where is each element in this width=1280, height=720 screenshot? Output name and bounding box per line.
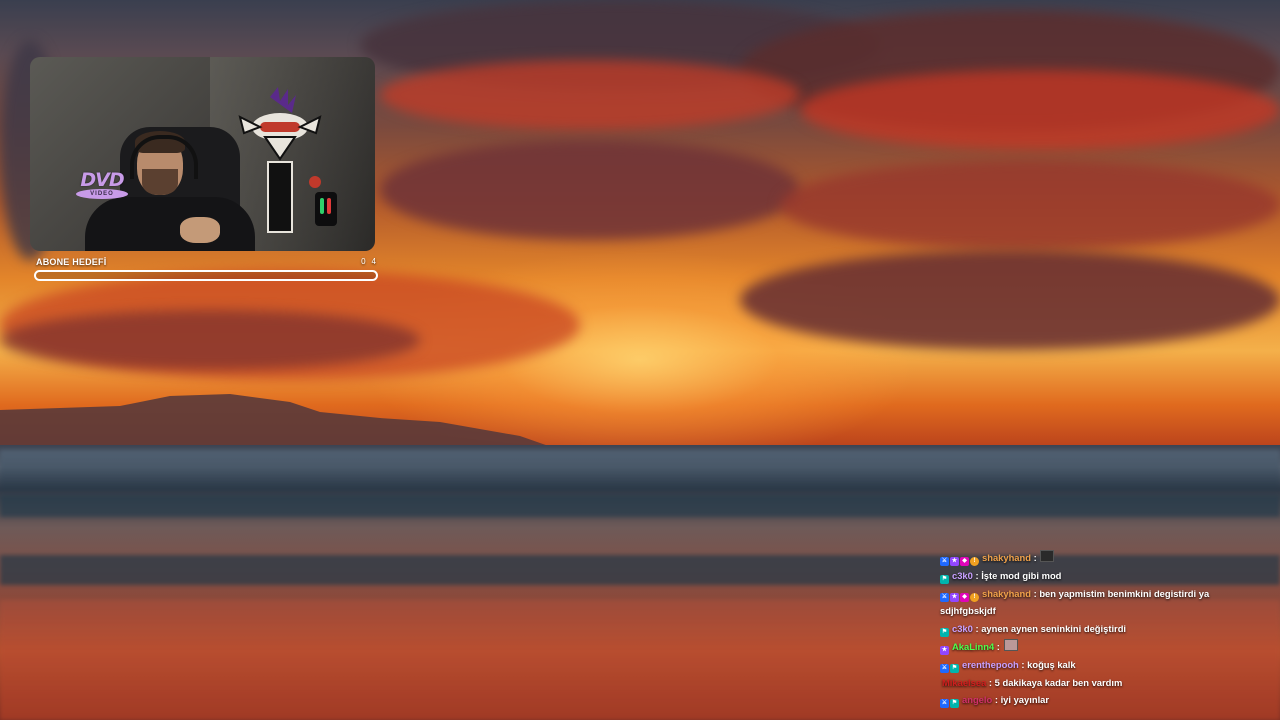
sub-badge-icon: ★ <box>940 645 949 655</box>
sub-badge-icon: ★ <box>950 557 959 566</box>
device-led <box>327 198 331 214</box>
chat-message: ⚔ ⚑ angelo : iyi yayınlar <box>940 691 1240 709</box>
streamer-body <box>85 197 255 251</box>
chat-text: İşte mod gibi mod <box>981 569 1062 581</box>
chat-text: 5 dakikaya kadar ben vardım <box>994 676 1123 688</box>
cloud <box>780 160 1280 250</box>
chat-emote-icon <box>1040 550 1055 562</box>
chat-separator: : <box>994 640 1003 652</box>
chat-text: ben yapmistim benimkini degistirdi ya sd… <box>940 587 1210 617</box>
tier-badge-icon: ⚑ <box>950 699 959 709</box>
mod-badge-icon: ⚔ <box>940 557 949 566</box>
sub-badge-icon: ★ <box>950 592 959 602</box>
goal-progress-bar <box>34 270 378 281</box>
chat-username[interactable]: erenthepooh <box>962 659 1019 670</box>
chat-message: ⚔ ⚑ erenthepooh : koğuş kalk <box>940 656 1240 674</box>
chat-overlay: ⚔ ★ ◆! shakyhand : ⚑ c3k0 : İşte mod gibi mo… <box>940 549 1240 709</box>
vip-badge-icon: ◆ <box>960 557 969 566</box>
gift-badge-icon: ! <box>970 592 979 602</box>
desk-device <box>315 192 337 226</box>
chat-separator: : <box>1018 658 1028 670</box>
chat-username[interactable]: c3k0 <box>952 623 973 634</box>
chat-separator: : <box>1030 552 1040 563</box>
chat-message: ⚑ c3k0 : İşte mod gibi mod <box>940 567 1240 585</box>
goal-current: 0 <box>361 257 366 266</box>
chat-separator: : <box>992 694 1001 706</box>
mod-badge-icon: ⚔ <box>940 663 949 673</box>
cloud <box>380 140 800 240</box>
cloud <box>0 310 420 370</box>
chat-username[interactable]: AkaLinn4 <box>952 641 994 652</box>
chat-message: ⚔ ★ ◆! shakyhand : ben yapmistim benimkini … <box>940 585 1240 621</box>
goal-count: 04 <box>357 257 376 266</box>
wave <box>0 450 1280 490</box>
gift-badge-icon: ! <box>970 557 979 566</box>
chat-text: koğuş kalk <box>1027 658 1076 670</box>
chat-message: ★ AkaLinn4 : <box>940 638 1240 656</box>
cloud <box>380 60 800 130</box>
streamer-hand <box>180 217 220 243</box>
chat-message: ⚔ ★ ◆! shakyhand : <box>940 549 1240 567</box>
webcam-feed: VIDEO DVD <box>30 57 375 251</box>
device-led <box>320 198 324 214</box>
cloud <box>800 70 1280 150</box>
chat-username[interactable]: shakyhand <box>982 552 1031 563</box>
subscriber-goal: ABONE HEDEFİ 04 <box>34 257 378 283</box>
wave <box>0 495 1280 517</box>
mod-badge-icon: ⚔ <box>940 592 949 602</box>
chat-username[interactable]: c3k0 <box>952 570 973 581</box>
chat-separator: : <box>986 676 995 688</box>
chat-message: Mikaelsea : 5 dakikaya kadar ben vardım <box>940 674 1240 692</box>
tier-badge-icon: ⚑ <box>950 663 959 673</box>
chat-separator: : <box>972 569 982 581</box>
chat-separator: : <box>972 623 982 635</box>
vip-badge-icon: ◆ <box>960 592 969 602</box>
tier-badge-icon: ⚑ <box>940 574 949 584</box>
chat-text: aynen aynen seninkini değiştirdi <box>981 623 1127 635</box>
chat-username[interactable]: shakyhand <box>982 588 1031 599</box>
goal-target: 4 <box>371 257 376 266</box>
headset-icon <box>130 135 198 179</box>
chat-message: ⚑ c3k0 : aynen aynen seninkini değiştirdi <box>940 620 1240 638</box>
chat-username[interactable]: Mikaelsea <box>942 677 986 688</box>
mod-badge-icon: ⚔ <box>940 699 949 709</box>
cloud <box>740 250 1280 350</box>
mountain-silhouette <box>0 394 560 450</box>
dvd-logo: VIDEO DVD <box>70 169 134 201</box>
chat-emote-icon <box>1003 638 1018 651</box>
goal-label: ABONE HEDEFİ <box>36 257 107 267</box>
chat-username[interactable]: angelo <box>962 694 992 705</box>
tier-badge-icon: ⚑ <box>940 628 949 638</box>
dvd-logo-text: DVD <box>80 169 124 191</box>
chat-text: iyi yayınlar <box>1000 694 1050 706</box>
